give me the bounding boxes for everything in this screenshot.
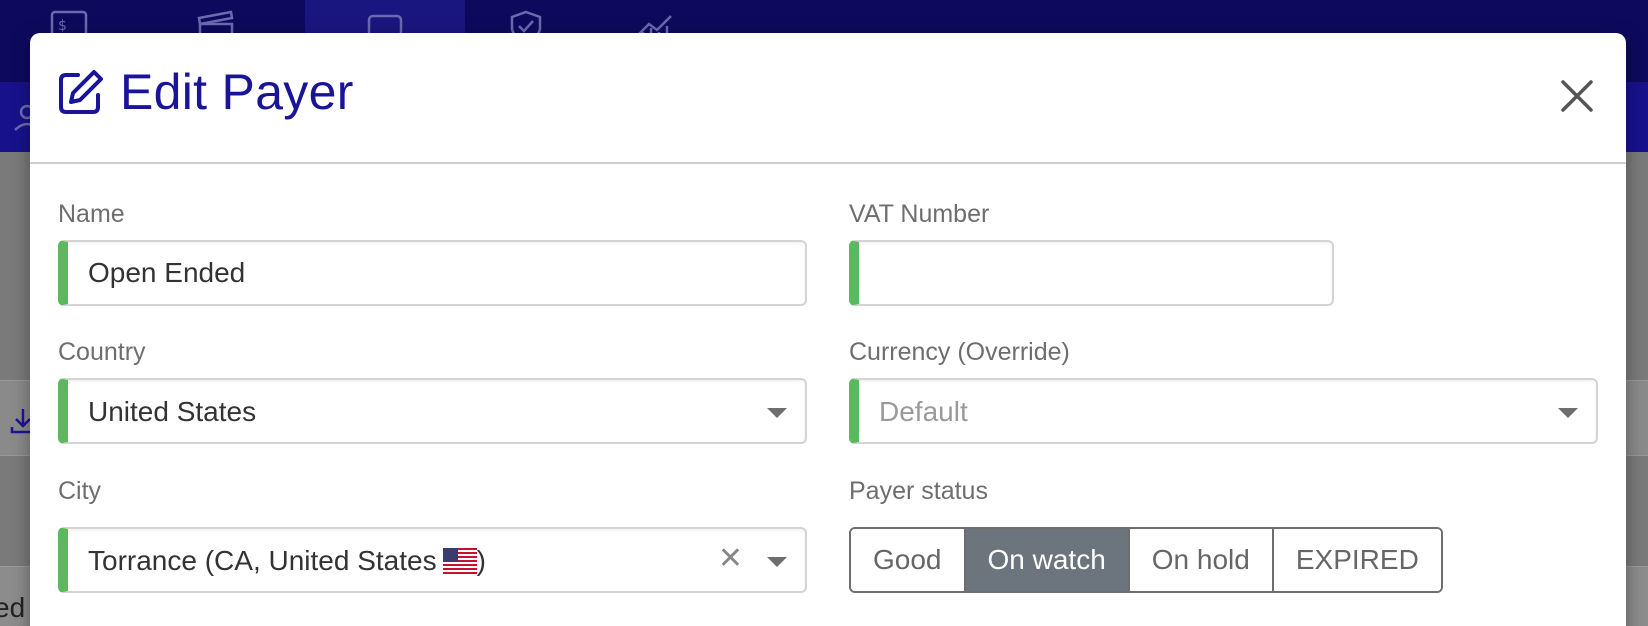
city-value-text: Torrance (CA, United States — [88, 545, 437, 576]
name-label: Name — [58, 200, 125, 228]
page: $ ed Edit Payer Name Open Ended VAT Numb… — [0, 0, 1648, 626]
currency-select[interactable]: Default — [849, 378, 1598, 444]
chevron-down-icon[interactable] — [767, 557, 787, 567]
close-icon — [1561, 80, 1593, 112]
name-field[interactable] — [58, 240, 807, 306]
svg-text:$: $ — [58, 18, 67, 34]
modal-title: Edit Payer — [120, 64, 354, 120]
status-good-button[interactable]: Good — [851, 529, 966, 591]
country-value: United States — [88, 396, 257, 427]
status-on-watch-button[interactable]: On watch — [965, 529, 1130, 591]
city-select[interactable]: Torrance (CA, United States ) ✕ — [58, 527, 807, 593]
background-text-fragment: ed — [0, 592, 26, 623]
city-value-suffix: ) — [476, 545, 486, 576]
chevron-down-icon[interactable] — [1558, 408, 1578, 418]
country-label: Country — [58, 338, 146, 366]
edit-payer-modal: Edit Payer Name VAT Number Country Unite… — [30, 33, 1626, 626]
name-input[interactable] — [88, 242, 785, 304]
close-button[interactable] — [1558, 77, 1596, 115]
edit-icon — [59, 70, 103, 114]
chevron-down-icon[interactable] — [767, 408, 787, 418]
clear-icon[interactable]: ✕ — [718, 541, 743, 576]
currency-label: Currency (Override) — [849, 338, 1070, 366]
country-select[interactable]: United States — [58, 378, 807, 444]
vat-number-input[interactable] — [879, 242, 1312, 304]
status-expired-button[interactable]: EXPIRED — [1273, 529, 1441, 591]
vat-number-label: VAT Number — [849, 200, 990, 228]
modal-header: Edit Payer — [30, 33, 1626, 164]
city-value: Torrance (CA, United States ) — [88, 545, 486, 577]
status-on-hold-button[interactable]: On hold — [1129, 529, 1274, 591]
us-flag-icon — [442, 548, 477, 574]
payer-status-group: Good On watch On hold EXPIRED — [849, 527, 1443, 593]
payer-status-label: Payer status — [849, 477, 988, 505]
city-label: City — [58, 477, 102, 505]
vat-number-field[interactable] — [849, 240, 1334, 306]
currency-value: Default — [879, 396, 968, 427]
